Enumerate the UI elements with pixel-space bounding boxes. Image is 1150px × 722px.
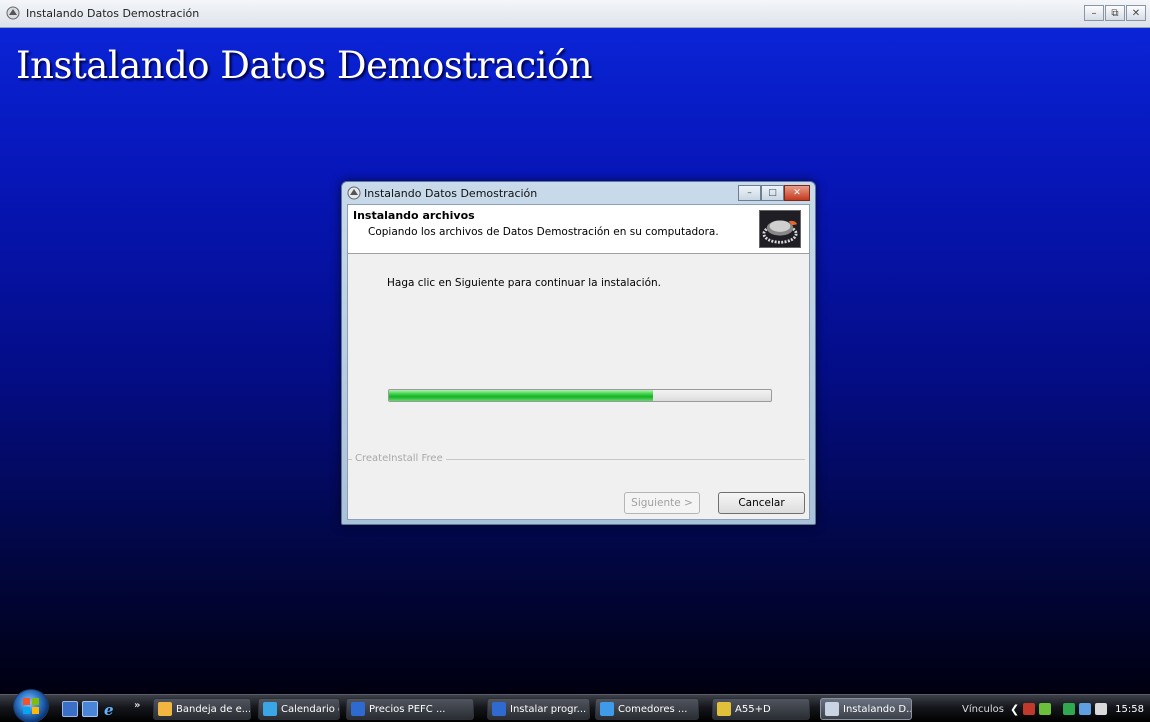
taskbar-item-label: A55+D xyxy=(735,703,771,715)
dialog-titlebar[interactable]: Instalando Datos Demostración – □ ✕ xyxy=(342,182,815,204)
minimize-button[interactable]: – xyxy=(1084,5,1104,21)
switch-windows-icon[interactable] xyxy=(82,701,98,717)
calendar-icon xyxy=(263,702,277,716)
ie-icon[interactable]: e xyxy=(102,701,118,717)
dialog-client: Instalando archivos Copiando los archivo… xyxy=(347,204,810,520)
taskbar-item[interactable]: Instalando D... xyxy=(820,698,912,720)
setup-dialog: Instalando Datos Demostración – □ ✕ Inst… xyxy=(341,181,816,525)
background-heading: Instalando Datos Demostración xyxy=(16,44,593,87)
progress-bar-fill xyxy=(389,390,653,401)
clock[interactable]: 15:58 xyxy=(1115,704,1144,715)
next-button[interactable]: Siguiente > xyxy=(624,492,700,514)
header-subtitle: Copiando los archivos de Datos Demostrac… xyxy=(368,226,719,238)
taskbar: e » Bandeja de e... Calendario d... Precio… xyxy=(0,689,1150,722)
dialog-minimize-button[interactable]: – xyxy=(738,185,761,201)
taskbar-item[interactable]: Calendario d... xyxy=(258,698,340,720)
tray-monitor-icon[interactable] xyxy=(1079,703,1092,715)
installer-icon xyxy=(6,6,20,20)
tray-sync-icon[interactable] xyxy=(1063,703,1076,715)
header-title: Instalando archivos xyxy=(353,209,475,222)
window-title: Instalando Datos Demostración xyxy=(26,7,200,20)
app-icon xyxy=(717,702,731,716)
taskbar-item[interactable]: Precios PEFC ... xyxy=(346,698,474,720)
progress-bar xyxy=(388,389,772,402)
taskbar-item-label: Calendario d... xyxy=(281,703,339,715)
taskbar-item-label: Precios PEFC ... xyxy=(369,703,446,715)
installer-icon xyxy=(825,702,839,716)
dialog-header: Instalando archivos Copiando los archivo… xyxy=(348,205,809,254)
installer-icon xyxy=(347,186,361,200)
dialog-close-button[interactable]: ✕ xyxy=(784,185,810,201)
tray-network-icon[interactable] xyxy=(1039,703,1052,715)
chevron-left-icon[interactable]: ❮ xyxy=(1010,703,1019,716)
svg-text:e: e xyxy=(104,701,114,717)
dialog-title: Instalando Datos Demostración xyxy=(364,187,538,200)
system-tray: Vínculos ❮ 15:58 xyxy=(962,695,1150,722)
word-icon xyxy=(351,702,365,716)
links-toolbar[interactable]: Vínculos xyxy=(962,704,1004,715)
volume-icon[interactable] xyxy=(1095,703,1108,715)
restore-button[interactable]: ⧉ xyxy=(1105,5,1125,21)
show-desktop-icon[interactable] xyxy=(62,701,78,717)
setup-logo-icon xyxy=(759,210,801,248)
inbox-icon xyxy=(158,702,172,716)
ie-icon xyxy=(600,702,614,716)
taskbar-item[interactable]: A55+D xyxy=(712,698,810,720)
start-button[interactable] xyxy=(13,689,49,722)
taskbar-item[interactable]: Instalar progr... xyxy=(487,698,590,720)
window-titlebar: Instalando Datos Demostración – ⧉ ✕ xyxy=(0,0,1150,28)
cancel-button[interactable]: Cancelar xyxy=(718,492,805,514)
close-button[interactable]: ✕ xyxy=(1126,5,1146,21)
word-icon xyxy=(492,702,506,716)
taskbar-item-label: Bandeja de e... xyxy=(176,703,251,715)
quicklaunch-more-icon[interactable]: » xyxy=(134,700,140,711)
taskbar-item-label: Instalando D... xyxy=(843,703,912,715)
taskbar-item[interactable]: Comedores ... xyxy=(595,698,699,720)
brand-label: CreateInstall Free xyxy=(352,453,446,464)
instruction-text: Haga clic en Siguiente para continuar la… xyxy=(387,277,661,289)
taskbar-item-label: Comedores ... xyxy=(618,703,688,715)
tray-app-icon[interactable] xyxy=(1023,703,1036,715)
taskbar-item[interactable]: Bandeja de e... xyxy=(153,698,251,720)
dialog-maximize-button[interactable]: □ xyxy=(761,185,784,201)
windows-logo-icon xyxy=(23,698,39,714)
taskbar-item-label: Instalar progr... xyxy=(510,703,587,715)
